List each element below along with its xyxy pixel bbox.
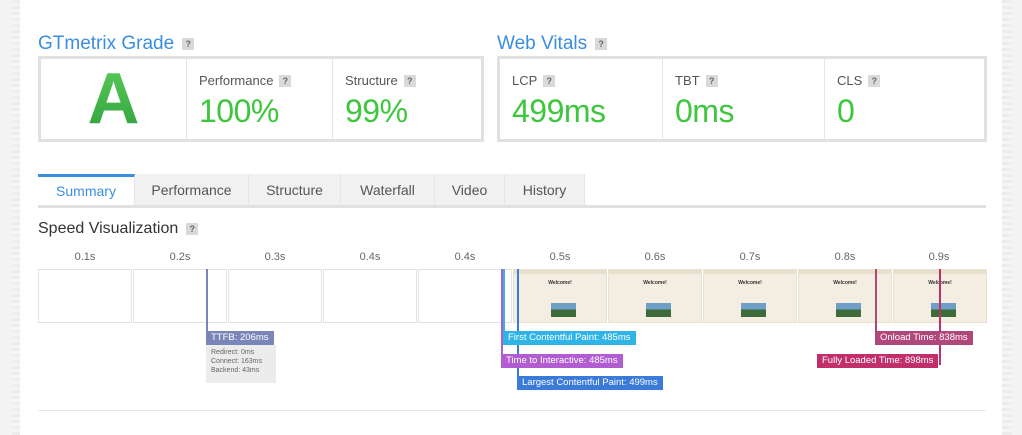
tbt-cell: TBT ? 0ms [662,59,824,139]
performance-cell: Performance ? 100% [186,59,332,139]
tab-video[interactable]: Video [435,174,505,205]
ttfb-breakdown: Redirect: 0ms Connect: 163ms Backend: 43… [206,345,276,383]
tab-waterfall[interactable]: Waterfall [341,174,435,205]
lcp-value: 499ms [512,93,606,129]
onload-tag: Onload Time: 838ms [875,331,973,345]
screenshot-heading: Welcome! [833,280,857,286]
structure-label: Structure ? [345,73,416,88]
performance-label: Performance ? [199,73,292,88]
ttfb-redirect: Redirect: 0ms [211,349,255,356]
timeline-tick: 0.9s [928,251,950,263]
cls-cell: CLS ? 0 [824,59,984,139]
lcp-marker-line [517,269,519,387]
lcp-cell: LCP ? 499ms [500,59,662,139]
screenshot-header-bar [799,270,891,274]
tbt-label-text: TBT [675,73,700,88]
lcp-tag: Largest Contentful Paint: 499ms [517,376,663,390]
filmstrip-frame-screenshot[interactable]: Welcome! [798,269,892,323]
cls-label-text: CLS [837,73,863,88]
report-tabs: Summary Performance Structure Waterfall … [38,174,986,208]
timeline-tick: 0.4s [359,251,381,263]
speed-visualization-title: Speed Visualization ? [38,220,199,238]
tbt-label: TBT ? [675,73,718,88]
speed-visualization-heading: Speed Visualization [38,220,179,237]
structure-cell: Structure ? 99% [332,59,481,139]
help-icon[interactable]: ? [705,74,718,87]
gtmetrix-grade-heading: GTmetrix Grade [38,33,175,54]
tab-summary[interactable]: Summary [38,174,135,205]
timeline-tick: 0.1s [74,251,96,263]
help-icon[interactable]: ? [186,223,199,235]
timeline-tick: 0.5s [549,251,571,263]
section-divider [38,410,986,411]
filmstrip-frame-blank[interactable] [418,269,512,323]
screenshot-heading: Welcome! [643,280,667,286]
help-icon[interactable]: ? [868,74,881,87]
performance-label-text: Performance [199,73,274,88]
screenshot-hero-image [931,303,956,317]
screenshot-heading: Welcome! [548,280,572,286]
timeline-tick: 0.2s [169,251,191,263]
structure-label-text: Structure [345,73,398,88]
timeline-tick: 0.7s [739,251,761,263]
fully-loaded-tag: Fully Loaded Time: 898ms [817,354,939,368]
ttfb-tag: TTFB: 206ms [206,331,274,345]
help-icon[interactable]: ? [595,38,608,50]
timeline-tick: 0.6s [644,251,666,263]
tab-history[interactable]: History [505,174,585,205]
web-vitals-card: LCP ? 499ms TBT ? 0ms CLS ? 0 [497,56,987,142]
cls-value: 0 [837,93,855,129]
tbt-value: 0ms [675,93,734,129]
fcp-tag: First Contentful Paint: 485ms [503,331,636,345]
page: GTmetrix Grade ? A Performance ? 100% St… [12,0,1012,435]
ttfb-backend: Backend: 43ms [211,367,260,374]
cls-label: CLS ? [837,73,881,88]
filmstrip-frame-screenshot[interactable]: Welcome! [703,269,797,323]
filmstrip-frame-blank[interactable] [228,269,322,323]
filmstrip-frame-blank[interactable] [133,269,227,323]
screenshot-header-bar [609,270,701,274]
help-icon[interactable]: ? [279,74,292,87]
screenshot-hero-image [836,303,861,317]
screenshot-header-bar [704,270,796,274]
screenshot-hero-image [741,303,766,317]
grade-cell: A [41,59,186,139]
lcp-label: LCP ? [512,73,556,88]
screenshot-hero-image [551,303,576,317]
web-vitals-heading: Web Vitals [497,33,588,54]
structure-value: 99% [345,93,408,129]
gtmetrix-grade-title: GTmetrix Grade ? [38,33,195,55]
tti-tag: Time to Interactive: 485ms [501,354,623,368]
help-icon[interactable]: ? [543,74,556,87]
timeline-tick: 0.4s [454,251,476,263]
help-icon[interactable]: ? [403,74,416,87]
web-vitals-title: Web Vitals ? [497,33,608,55]
tab-structure[interactable]: Structure [249,174,341,205]
filmstrip-frame-blank[interactable] [323,269,417,323]
help-icon[interactable]: ? [182,38,195,50]
timeline-tick: 0.3s [264,251,286,263]
timeline-tick: 0.8s [834,251,856,263]
filmstrip-frame-blank[interactable] [38,269,132,323]
grade-card: A Performance ? 100% Structure ? 99% [38,56,484,142]
fully-loaded-marker-line [939,269,941,365]
screenshot-hero-image [646,303,671,317]
screenshot-header-bar [514,270,606,274]
lcp-label-text: LCP [512,73,538,88]
performance-value: 100% [199,93,279,129]
tab-performance[interactable]: Performance [135,174,249,205]
filmstrip-frame-screenshot[interactable]: Welcome! [513,269,607,323]
screenshot-heading: Welcome! [738,280,762,286]
ttfb-connect: Connect: 163ms [211,358,262,365]
grade-letter: A [41,59,186,139]
filmstrip-frame-screenshot[interactable]: Welcome! [608,269,702,323]
